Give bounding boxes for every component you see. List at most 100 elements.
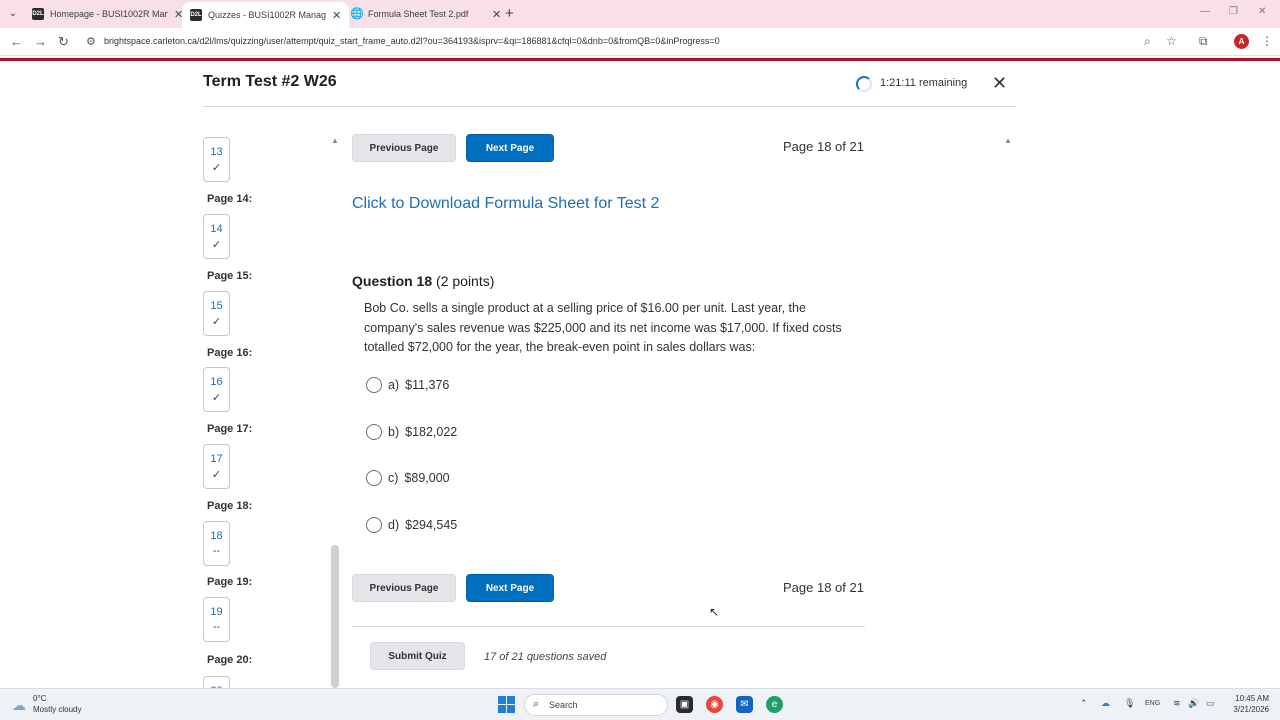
bookmark-star-icon[interactable]: ☆: [1166, 34, 1177, 48]
nav-question-number: 13: [210, 146, 223, 158]
weather-temperature[interactable]: 0°C: [33, 694, 46, 703]
wifi-icon[interactable]: ≋: [1173, 698, 1181, 709]
onedrive-icon[interactable]: ☁: [1101, 698, 1110, 709]
outlook-icon[interactable]: ✉: [736, 696, 753, 713]
scroll-up-arrow-icon[interactable]: ▲: [1004, 136, 1012, 145]
forward-icon[interactable]: →: [34, 34, 47, 49]
reload-icon[interactable]: ↻: [58, 34, 69, 50]
extensions-icon[interactable]: ⧉: [1199, 34, 1208, 49]
file-explorer-icon[interactable]: ▣: [676, 696, 693, 713]
windows-start-icon[interactable]: [498, 696, 515, 713]
quiz-title: Term Test #2 W26: [203, 73, 337, 90]
new-tab-button[interactable]: +: [505, 5, 514, 22]
answer-option-d[interactable]: d) $294,545: [366, 517, 457, 533]
option-letter: d): [388, 518, 400, 532]
nav-page-label: Page 15:: [207, 270, 253, 282]
search-placeholder: Search: [549, 700, 578, 710]
maximize-icon[interactable]: ❐: [1229, 6, 1238, 17]
nav-page-label: Page 17:: [207, 423, 253, 435]
minimize-icon[interactable]: —: [1200, 6, 1210, 17]
tab-title: Homepage - BUSI1002R Manag: [50, 9, 168, 19]
timer-text: 1:21:11 remaining: [880, 77, 968, 89]
edge-icon[interactable]: e: [766, 696, 783, 713]
menu-kebab-icon[interactable]: ⋮: [1261, 34, 1273, 48]
close-quiz-icon[interactable]: ✕: [992, 73, 1007, 93]
checkmark-icon: ✓: [211, 239, 222, 251]
question-number: Question 18: [352, 273, 433, 289]
nav-question-17[interactable]: 17 ✓: [203, 444, 230, 489]
footer-divider: [352, 626, 865, 627]
radio-button[interactable]: [366, 377, 382, 393]
tray-overflow-icon[interactable]: ⌃: [1080, 698, 1088, 709]
radio-button[interactable]: [366, 517, 382, 533]
download-formula-sheet-link[interactable]: Click to Download Formula Sheet for Test…: [352, 195, 659, 213]
chrome-icon[interactable]: ◉: [706, 696, 723, 713]
nav-question-14[interactable]: 14 ✓: [203, 214, 230, 259]
checkmark-icon: ✓: [211, 392, 222, 404]
saved-status: 17 of 21 questions saved: [484, 651, 607, 663]
unanswered-mark: --: [212, 621, 221, 633]
tab-title: Quizzes - BUSI1002R Managem: [208, 10, 326, 20]
cloud-icon[interactable]: ☁: [12, 697, 26, 714]
close-tab-icon[interactable]: ✕: [332, 9, 341, 22]
submit-quiz-button[interactable]: Submit Quiz: [370, 642, 465, 670]
microphone-icon[interactable]: 🎙: [1124, 698, 1135, 709]
address-bar-row: ← → ↻ ⚙ brightspace.carleton.ca/d2l/lms/…: [0, 28, 1280, 56]
tab-quizzes[interactable]: D2L Quizzes - BUSI1002R Managem ✕: [182, 2, 350, 28]
nav-page-label: Page 14:: [207, 193, 253, 205]
url-field[interactable]: brightspace.carleton.ca/d2l/lms/quizzing…: [104, 36, 720, 46]
next-page-button[interactable]: Next Page: [466, 134, 554, 162]
option-letter: c): [388, 471, 399, 485]
nav-question-18[interactable]: 18 --: [203, 521, 230, 566]
back-icon[interactable]: ←: [10, 34, 23, 49]
clock-time[interactable]: 10:45 AM: [1233, 694, 1269, 703]
close-tab-icon[interactable]: ✕: [492, 8, 501, 21]
answer-option-c[interactable]: c) $89,000: [366, 470, 450, 486]
globe-icon: 🌐: [350, 8, 364, 20]
language-indicator[interactable]: ENG: [1145, 700, 1160, 707]
nav-question-15[interactable]: 15 ✓: [203, 291, 230, 336]
previous-page-button[interactable]: Previous Page: [352, 134, 456, 162]
nav-question-number: 19: [210, 606, 223, 618]
answer-option-b[interactable]: b) $182,022: [366, 424, 457, 440]
close-window-icon[interactable]: ✕: [1258, 6, 1266, 17]
next-page-button[interactable]: Next Page: [466, 574, 554, 602]
question-header: Question 18 (2 points): [352, 273, 494, 289]
option-text: $294,545: [405, 518, 458, 532]
option-text: $89,000: [404, 471, 450, 485]
previous-page-button[interactable]: Previous Page: [352, 574, 456, 602]
radio-button[interactable]: [366, 470, 382, 486]
option-text: $182,022: [405, 425, 458, 439]
nav-question-number: 17: [210, 453, 223, 465]
page-indicator: Page 18 of 21: [783, 580, 864, 595]
clock-date[interactable]: 3/21/2026: [1224, 705, 1269, 714]
navigator-scrollbar-thumb[interactable]: [331, 545, 339, 688]
question-points: (2 points): [436, 273, 495, 289]
nav-question-number: 15: [210, 300, 223, 312]
radio-button[interactable]: [366, 424, 382, 440]
scroll-up-arrow-icon[interactable]: ▲: [331, 136, 339, 145]
site-info-icon[interactable]: ⚙: [86, 35, 96, 48]
weather-description[interactable]: Mostly cloudy: [33, 705, 81, 714]
zoom-icon[interactable]: ⌕: [1144, 34, 1151, 49]
battery-icon[interactable]: ▭: [1206, 698, 1215, 709]
tab-homepage[interactable]: D2L Homepage - BUSI1002R Manag ✕: [24, 0, 191, 28]
answer-option-a[interactable]: a) $11,376: [366, 377, 449, 393]
brand-bar: [0, 58, 1280, 61]
checkmark-icon: ✓: [211, 316, 222, 328]
nav-question-number: 14: [210, 223, 223, 235]
profile-avatar[interactable]: A: [1234, 34, 1249, 49]
taskbar-search[interactable]: ⌕ Search: [524, 694, 668, 716]
tab-search-icon[interactable]: ⌄: [6, 7, 20, 21]
nav-question-13[interactable]: 13 ✓: [203, 137, 230, 182]
tab-formula-sheet[interactable]: 🌐 Formula Sheet Test 2.pdf ✕: [342, 0, 509, 28]
volume-icon[interactable]: 🔊: [1188, 698, 1199, 709]
nav-page-label: Page 19:: [207, 576, 253, 588]
nav-question-16[interactable]: 16 ✓: [203, 367, 230, 412]
option-letter: b): [388, 425, 400, 439]
d2l-favicon-icon: D2L: [190, 9, 202, 21]
nav-question-20[interactable]: 20: [203, 676, 230, 688]
d2l-favicon-icon: D2L: [32, 8, 44, 20]
nav-question-19[interactable]: 19 --: [203, 597, 230, 642]
unanswered-mark: --: [212, 545, 221, 557]
